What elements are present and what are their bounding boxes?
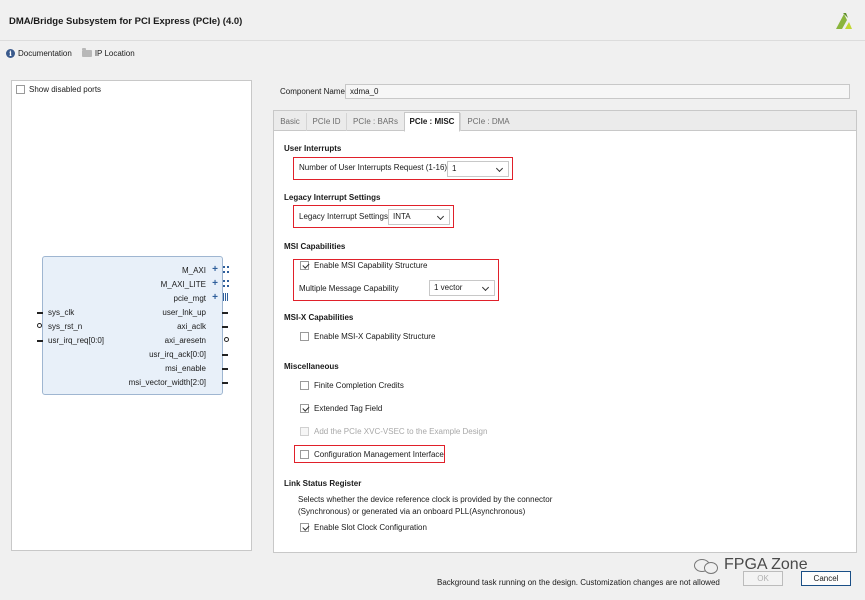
port-usr-irq-req: usr_irq_req[0:0]: [48, 336, 105, 345]
folder-icon: [81, 48, 92, 57]
xvc-vsec-checkbox: [300, 427, 309, 436]
miscellaneous-heading: Miscellaneous: [284, 362, 339, 371]
port-msi-enable: msi_enable: [165, 364, 206, 373]
msix-heading: MSI-X Capabilities: [284, 313, 354, 322]
inverted-pin: [224, 337, 229, 342]
component-name-input[interactable]: xdma_0: [345, 84, 850, 99]
bus-connector-icon: [223, 266, 229, 273]
port-axi-aresetn: axi_aresetn: [164, 336, 206, 345]
chevron-down-icon: [436, 212, 445, 221]
mmc-dropdown[interactable]: 1 vector: [429, 280, 495, 296]
port-sys-clk: sys_clk: [48, 308, 75, 317]
slot-clock-checkbox[interactable]: [300, 523, 309, 532]
pin: [37, 340, 43, 342]
expand-icon[interactable]: +: [212, 265, 218, 275]
chevron-down-icon: [481, 283, 490, 292]
slot-clock-row[interactable]: Enable Slot Clock Configuration: [300, 523, 427, 532]
cancel-button[interactable]: Cancel: [801, 571, 851, 586]
user-interrupts-label: Number of User Interrupts Request (1-16): [299, 163, 448, 172]
link-status-desc-2: (Synchronous) or generated via an onboar…: [298, 507, 526, 516]
window-title: DMA/Bridge Subsystem for PCI Express (PC…: [9, 16, 243, 27]
user-interrupts-dropdown[interactable]: 1: [447, 161, 509, 177]
inverted-pin: [37, 323, 42, 328]
config-tabs-panel: Basic PCIe ID PCIe : BARs PCIe : MISC PC…: [273, 110, 857, 553]
bus-connector-icon: [223, 293, 228, 301]
legacy-interrupt-value: INTA: [393, 212, 411, 221]
pin: [37, 312, 43, 314]
title-divider: [0, 40, 865, 41]
tab-pcie-misc[interactable]: PCIe : MISC: [404, 112, 460, 132]
ip-location-label: IP Location: [94, 49, 135, 58]
enable-msix-row[interactable]: Enable MSI-X Capability Structure: [300, 332, 435, 341]
enable-msi-label: Enable MSI Capability Structure: [314, 261, 428, 270]
tab-pcie-dma[interactable]: PCIe : DMA: [460, 113, 516, 131]
extended-tag-label: Extended Tag Field: [314, 404, 383, 413]
pin: [222, 368, 228, 370]
finite-credits-checkbox[interactable]: [300, 381, 309, 390]
cfg-mgmt-label: Configuration Management Interface: [314, 450, 444, 459]
pin: [222, 354, 228, 356]
xvc-vsec-row: Add the PCIe XVC-VSEC to the Example Des…: [300, 427, 487, 436]
show-disabled-ports[interactable]: Show disabled ports: [16, 85, 101, 94]
slot-clock-label: Enable Slot Clock Configuration: [314, 523, 427, 532]
user-interrupts-heading: User Interrupts: [284, 144, 342, 153]
link-status-desc-1: Selects whether the device reference clo…: [298, 495, 553, 504]
toolbar-links: i Documentation IP Location: [6, 48, 135, 58]
port-m-axi-lite: M_AXI_LITE: [160, 280, 206, 289]
documentation-label: Documentation: [18, 49, 72, 58]
info-icon: i: [6, 49, 15, 58]
bus-connector-icon: [223, 280, 229, 287]
pin: [222, 382, 228, 384]
port-user-lnk-up: user_lnk_up: [162, 308, 206, 317]
mmc-label: Multiple Message Capability: [299, 284, 399, 293]
xilinx-logo-icon: [836, 13, 852, 29]
pin: [222, 326, 228, 328]
documentation-link[interactable]: i Documentation: [6, 49, 72, 58]
wechat-icon: [693, 557, 719, 574]
finite-credits-label: Finite Completion Credits: [314, 381, 404, 390]
cfg-mgmt-checkbox[interactable]: [300, 450, 309, 459]
expand-icon[interactable]: +: [212, 293, 218, 303]
enable-msi-checkbox[interactable]: [300, 261, 309, 270]
port-m-axi: M_AXI: [181, 266, 206, 275]
cfg-mgmt-row[interactable]: Configuration Management Interface: [300, 450, 444, 459]
tab-pcie-bars[interactable]: PCIe : BARs: [346, 113, 404, 131]
legacy-interrupt-heading: Legacy Interrupt Settings: [284, 193, 381, 202]
port-msi-vector-width: msi_vector_width[2:0]: [128, 378, 206, 387]
enable-msix-checkbox[interactable]: [300, 332, 309, 341]
msi-heading: MSI Capabilities: [284, 242, 346, 251]
legacy-interrupt-label: Legacy Interrupt Settings: [299, 212, 388, 221]
show-disabled-ports-label: Show disabled ports: [29, 85, 102, 94]
mmc-value: 1 vector: [434, 283, 463, 292]
tab-strip: Basic PCIe ID PCIe : BARs PCIe : MISC PC…: [274, 111, 856, 132]
port-sys-rst-n: sys_rst_n: [48, 322, 83, 331]
link-status-heading: Link Status Register: [284, 479, 362, 488]
enable-msix-label: Enable MSI-X Capability Structure: [314, 332, 436, 341]
chevron-down-icon: [495, 164, 504, 173]
status-message: Background task running on the design. C…: [437, 578, 720, 587]
port-axi-aclk: axi_aclk: [177, 322, 206, 331]
ip-symbol-panel: Show disabled ports M_AXI + M_AXI_LITE +…: [11, 80, 252, 551]
user-interrupts-value: 1: [452, 164, 457, 173]
port-pcie-mgt: pcie_mgt: [173, 294, 206, 303]
ip-block-symbol: M_AXI + M_AXI_LITE + pcie_mgt + user_lnk…: [37, 256, 229, 395]
xvc-vsec-label: Add the PCIe XVC-VSEC to the Example Des…: [314, 427, 488, 436]
ok-button[interactable]: OK: [743, 571, 783, 586]
extended-tag-checkbox[interactable]: [300, 404, 309, 413]
port-usr-irq-ack: usr_irq_ack[0:0]: [149, 350, 206, 359]
show-disabled-ports-checkbox[interactable]: [16, 85, 25, 94]
extended-tag-row[interactable]: Extended Tag Field: [300, 404, 382, 413]
component-name-label: Component Name: [280, 87, 345, 96]
pin: [222, 312, 228, 314]
finite-credits-row[interactable]: Finite Completion Credits: [300, 381, 404, 390]
legacy-interrupt-dropdown[interactable]: INTA: [388, 209, 450, 225]
tab-basic[interactable]: Basic: [274, 113, 306, 131]
ip-location-link[interactable]: IP Location: [81, 48, 135, 58]
expand-icon[interactable]: +: [212, 279, 218, 289]
enable-msi-row[interactable]: Enable MSI Capability Structure: [300, 261, 427, 270]
tab-pcie-id[interactable]: PCIe ID: [306, 113, 346, 131]
